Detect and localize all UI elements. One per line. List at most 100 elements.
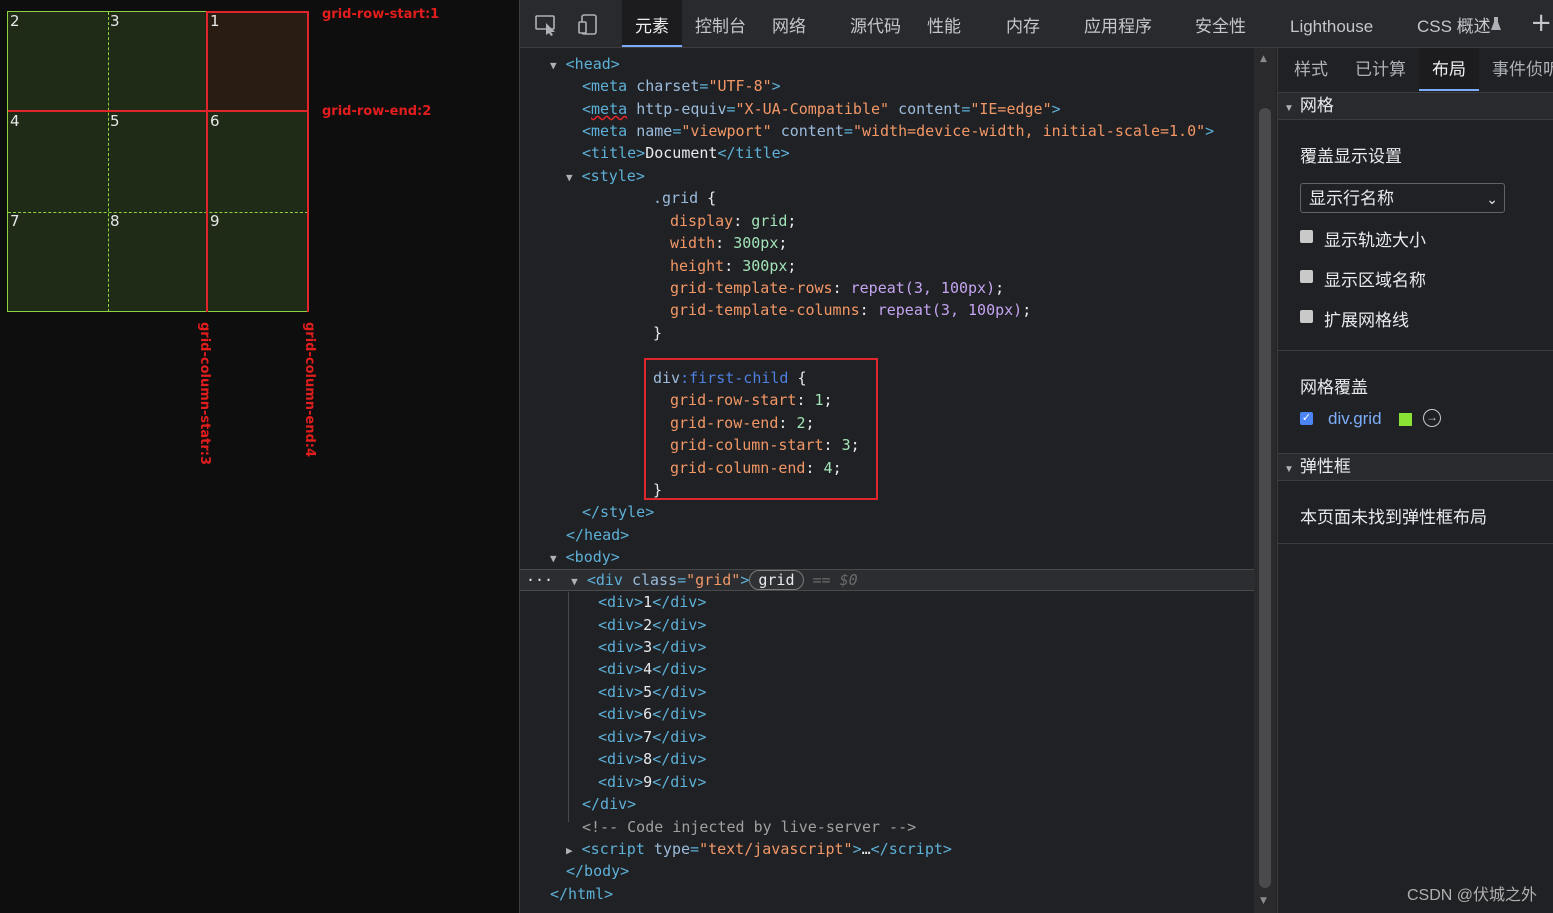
dom-line[interactable]: <div>4</div> <box>598 658 706 680</box>
device-toolbar-icon[interactable] <box>578 12 604 36</box>
dom-line[interactable]: ▼ <style> <box>566 165 645 187</box>
div-grid-link[interactable]: div.grid <box>1328 409 1382 429</box>
extend-grid-lines-label[interactable]: 扩展网格线 <box>1324 306 1409 331</box>
dom-line[interactable]: </style> <box>582 501 654 523</box>
tab-elements[interactable]: 元素 <box>622 0 682 47</box>
page-preview: 2 3 1 4 5 6 7 8 9 grid-row-start:1 grid-… <box>0 0 519 913</box>
tab-sources[interactable]: 源代码 <box>850 0 901 47</box>
indent-guide <box>568 592 569 822</box>
tab-application[interactable]: 应用程序 <box>1084 0 1152 47</box>
grid-badge[interactable]: grid <box>749 570 804 590</box>
dom-line[interactable]: <div>8</div> <box>598 748 706 770</box>
chevron-down-icon: ⌄ <box>1486 191 1498 207</box>
tab-styles[interactable]: 样式 <box>1294 48 1328 91</box>
tab-event-listeners[interactable]: 事件侦听 <box>1492 48 1553 91</box>
dom-line[interactable]: </html> <box>550 883 613 905</box>
dom-line[interactable]: <meta charset="UTF-8"> <box>582 75 781 97</box>
dom-line[interactable]: <div>5</div> <box>598 681 706 703</box>
dom-line[interactable]: <div>1</div> <box>598 591 706 613</box>
collapse-triangle-icon[interactable]: ▼ <box>566 171 573 184</box>
collapse-triangle-icon[interactable]: ▼ <box>571 575 578 588</box>
collapse-triangle-icon[interactable]: ▼ <box>550 552 557 565</box>
dom-line[interactable]: <title>Document</title> <box>582 142 790 164</box>
css-line: display: grid; <box>670 212 797 230</box>
show-area-names-label[interactable]: 显示区域名称 <box>1324 266 1426 291</box>
scroll-up-arrow-icon[interactable]: ▲ <box>1260 54 1267 64</box>
grid-dash-v1 <box>108 12 109 312</box>
tab-computed[interactable]: 已计算 <box>1355 48 1406 91</box>
div-grid-overlay-checkbox[interactable]: ✓ <box>1300 412 1313 425</box>
dom-line[interactable]: <meta name="viewport" content="width=dev… <box>582 120 1214 142</box>
dom-line-selected[interactable]: ··· ▼ <div class="grid"> grid == $0 <box>526 569 858 591</box>
row-line-red <box>8 110 309 112</box>
layout-side-panel: 样式 已计算 布局 事件侦听 ▼ 网格 覆盖显示设置 显示行名称 ⌄ 显示轨迹大小 … <box>1277 48 1553 913</box>
grid-overlay-label: 网格覆盖 <box>1300 378 1368 397</box>
dom-line[interactable]: <meta http-equiv="X-UA-Compatible" conte… <box>582 98 1061 120</box>
dom-tree: ▼ <head> <meta charset="UTF-8"> <meta ht… <box>520 48 1254 913</box>
tab-performance[interactable]: 性能 <box>927 0 961 47</box>
dom-line[interactable]: <!-- Code injected by live-server --> <box>582 816 916 838</box>
show-track-sizes-checkbox[interactable] <box>1300 230 1313 243</box>
dom-line[interactable]: <div>3</div> <box>598 636 706 658</box>
css-line: } <box>653 481 663 499</box>
show-area-names-checkbox[interactable] <box>1300 270 1313 283</box>
tab-css-overview[interactable]: CSS 概述 <box>1417 0 1491 47</box>
show-track-sizes-label[interactable]: 显示轨迹大小 <box>1324 226 1426 251</box>
grid-color-swatch[interactable] <box>1399 413 1412 426</box>
no-flexbox-message: 本页面未找到弹性框布局 <box>1300 508 1487 527</box>
divider <box>1278 350 1553 351</box>
collapse-triangle-icon: ▼ <box>1284 103 1294 114</box>
css-line: width: 300px; <box>670 234 788 252</box>
grid-dash-h2 <box>8 212 308 213</box>
devtools-panel: 元素 控制台 网络 源代码 性能 内存 应用程序 安全性 Lighthouse … <box>519 0 1553 913</box>
dom-line[interactable]: </div> <box>582 793 636 815</box>
css-line: div:first-child { <box>653 369 807 387</box>
annotation-row-start: grid-row-start:1 <box>322 7 440 22</box>
col-line-red-end <box>307 12 309 312</box>
dom-line[interactable]: ▼ <body> <box>550 546 620 568</box>
dom-tree-scrollbar[interactable]: ▲ ▼ <box>1254 48 1276 913</box>
col-line-red-start <box>206 12 208 312</box>
dom-line[interactable]: </head> <box>566 524 629 546</box>
dom-line[interactable]: <div>9</div> <box>598 771 706 793</box>
more-actions-icon[interactable]: ··· <box>526 571 553 589</box>
css-line: grid-template-rows: repeat(3, 100px); <box>670 279 1005 297</box>
css-line: height: 300px; <box>670 257 797 275</box>
css-line: grid-row-start: 1; <box>670 391 833 409</box>
css-line: grid-column-end: 4; <box>670 459 842 477</box>
line-names-select[interactable]: 显示行名称 ⌄ <box>1300 183 1505 213</box>
scrollbar-thumb[interactable] <box>1259 108 1271 888</box>
dom-line[interactable]: ▼ <head> <box>550 53 620 75</box>
tab-console[interactable]: 控制台 <box>695 0 746 47</box>
css-line: } <box>653 324 663 342</box>
dom-line[interactable]: <div>6</div> <box>598 703 706 725</box>
collapse-triangle-icon[interactable]: ▼ <box>550 59 557 72</box>
expand-triangle-icon[interactable]: ▶ <box>566 844 573 857</box>
tab-network[interactable]: 网络 <box>772 0 806 47</box>
annotation-column-end: grid-column-end:4 <box>302 322 317 458</box>
tab-memory[interactable]: 内存 <box>1006 0 1040 47</box>
dom-line[interactable]: </body> <box>566 860 629 882</box>
divider <box>1278 543 1553 544</box>
watermark: CSDN @伏城之外 <box>1406 887 1537 904</box>
dom-line[interactable]: ▶ <script type="text/javascript">…</scri… <box>566 838 952 860</box>
tab-layout[interactable]: 布局 <box>1419 48 1479 91</box>
annotation-row-end: grid-row-end:2 <box>322 104 432 119</box>
overlay-settings-label: 覆盖显示设置 <box>1300 147 1402 166</box>
inspect-element-icon[interactable] <box>534 12 560 36</box>
dom-line[interactable]: <div>2</div> <box>598 614 706 636</box>
scroll-down-arrow-icon[interactable]: ▼ <box>1260 896 1267 906</box>
collapse-triangle-icon: ▼ <box>1284 464 1294 475</box>
annotation-column-start: grid-column-statr:3 <box>197 322 212 466</box>
devtools-toolbar: 元素 控制台 网络 源代码 性能 内存 应用程序 安全性 Lighthouse … <box>520 0 1553 48</box>
tab-lighthouse[interactable]: Lighthouse <box>1290 0 1373 47</box>
flexbox-section-header[interactable]: ▼ 弹性框 <box>1278 453 1553 481</box>
dom-line[interactable]: <div>7</div> <box>598 726 706 748</box>
css-line: grid-template-columns: repeat(3, 100px); <box>670 301 1032 319</box>
extend-grid-lines-checkbox[interactable] <box>1300 310 1313 323</box>
tab-security[interactable]: 安全性 <box>1195 0 1246 47</box>
more-tabs-button[interactable]: + <box>1530 8 1552 38</box>
reveal-node-icon[interactable]: → <box>1423 409 1441 427</box>
css-line: .grid { <box>653 189 717 207</box>
grid-section-header[interactable]: ▼ 网格 <box>1278 92 1553 120</box>
